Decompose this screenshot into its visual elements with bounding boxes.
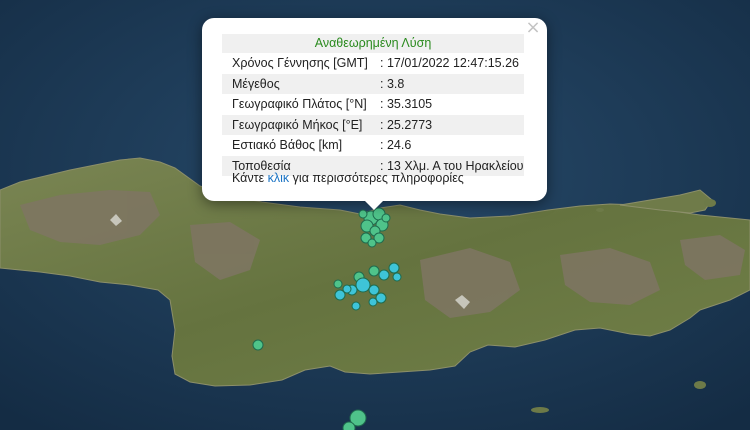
more-info-link[interactable]: κλικ [268, 171, 290, 185]
popup-tip [364, 200, 384, 210]
row-longitude: Γεωγραφικό Μήκος [°E] : 25.2773 [222, 114, 524, 135]
quake-marker[interactable] [368, 297, 378, 307]
quake-marker[interactable] [392, 272, 402, 282]
earthquake-popup: × Αναθεωρημένη Λύση Χρόνος Γέννησης [GMT… [202, 18, 547, 201]
quake-marker[interactable] [342, 284, 352, 294]
row-depth: Εστιακό Βάθος [km] : 24.6 [222, 135, 524, 156]
popup-title: Αναθεωρημένη Λύση [222, 34, 524, 53]
row-magnitude: Μέγεθος : 3.8 [222, 73, 524, 94]
quake-marker[interactable] [381, 213, 391, 223]
more-prefix: Κάντε [232, 171, 268, 185]
quake-marker[interactable] [375, 292, 387, 304]
quake-marker[interactable] [333, 279, 343, 289]
close-icon[interactable]: × [525, 19, 541, 37]
origin-time-label: Χρόνος Γέννησης [GMT] [232, 56, 368, 70]
row-origin-time: Χρόνος Γέννησης [GMT] : 17/01/2022 12:47… [222, 53, 524, 74]
latitude-label: Γεωγραφικό Πλάτος [°N] [232, 97, 367, 111]
magnitude-value: : 3.8 [380, 76, 405, 91]
more-suffix: για περισσότερες πληροφορίες [289, 171, 464, 185]
info-table: Χρόνος Γέννησης [GMT] : 17/01/2022 12:47… [222, 53, 524, 176]
quake-marker[interactable] [368, 265, 380, 277]
row-latitude: Γεωγραφικό Πλάτος [°N] : 35.3105 [222, 94, 524, 115]
quake-marker[interactable] [358, 209, 368, 219]
quake-marker[interactable] [368, 284, 380, 296]
depth-label: Εστιακό Βάθος [km] [232, 138, 343, 152]
longitude-label: Γεωγραφικό Μήκος [°E] [232, 117, 363, 132]
origin-time-value: : 17/01/2022 12:47:15.26 [380, 56, 520, 70]
magnitude-label: Μέγεθος [232, 76, 280, 91]
quake-marker[interactable] [342, 421, 356, 430]
quake-marker[interactable] [367, 238, 377, 248]
quake-marker[interactable] [351, 301, 361, 311]
more-info: Κάντε κλικ για περισσότερες πληροφορίες [232, 171, 464, 185]
quake-marker[interactable] [378, 269, 390, 281]
quake-marker[interactable] [252, 339, 264, 351]
latitude-value: : 35.3105 [380, 97, 433, 111]
longitude-value: : 25.2773 [380, 117, 433, 132]
quake-marker[interactable] [355, 277, 371, 293]
depth-value: : 24.6 [380, 138, 412, 152]
quake-marker[interactable] [388, 262, 400, 274]
